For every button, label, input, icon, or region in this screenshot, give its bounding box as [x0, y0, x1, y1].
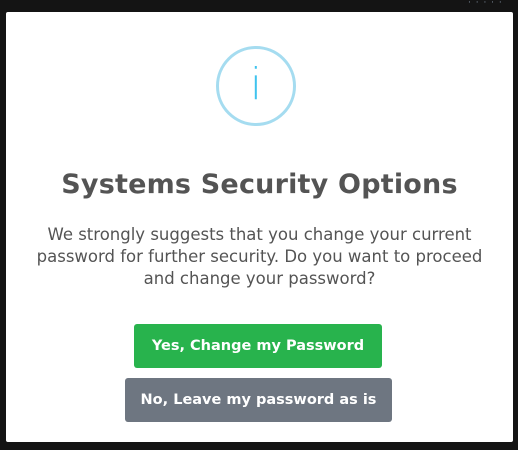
security-options-dialog: i Systems Security Options We strongly s…: [6, 12, 513, 442]
keep-password-button[interactable]: No, Leave my password as is: [125, 378, 392, 422]
page-backdrop: · · · · · · i Systems Security Options W…: [0, 0, 518, 450]
dialog-message: We strongly suggests that you change you…: [36, 225, 483, 288]
dialog-title: Systems Security Options: [61, 169, 458, 200]
info-glyph: i: [249, 59, 263, 110]
background-corner-text: · · · · · ·: [468, 0, 503, 6]
change-password-button[interactable]: Yes, Change my Password: [134, 324, 382, 368]
info-icon: i: [216, 46, 296, 126]
